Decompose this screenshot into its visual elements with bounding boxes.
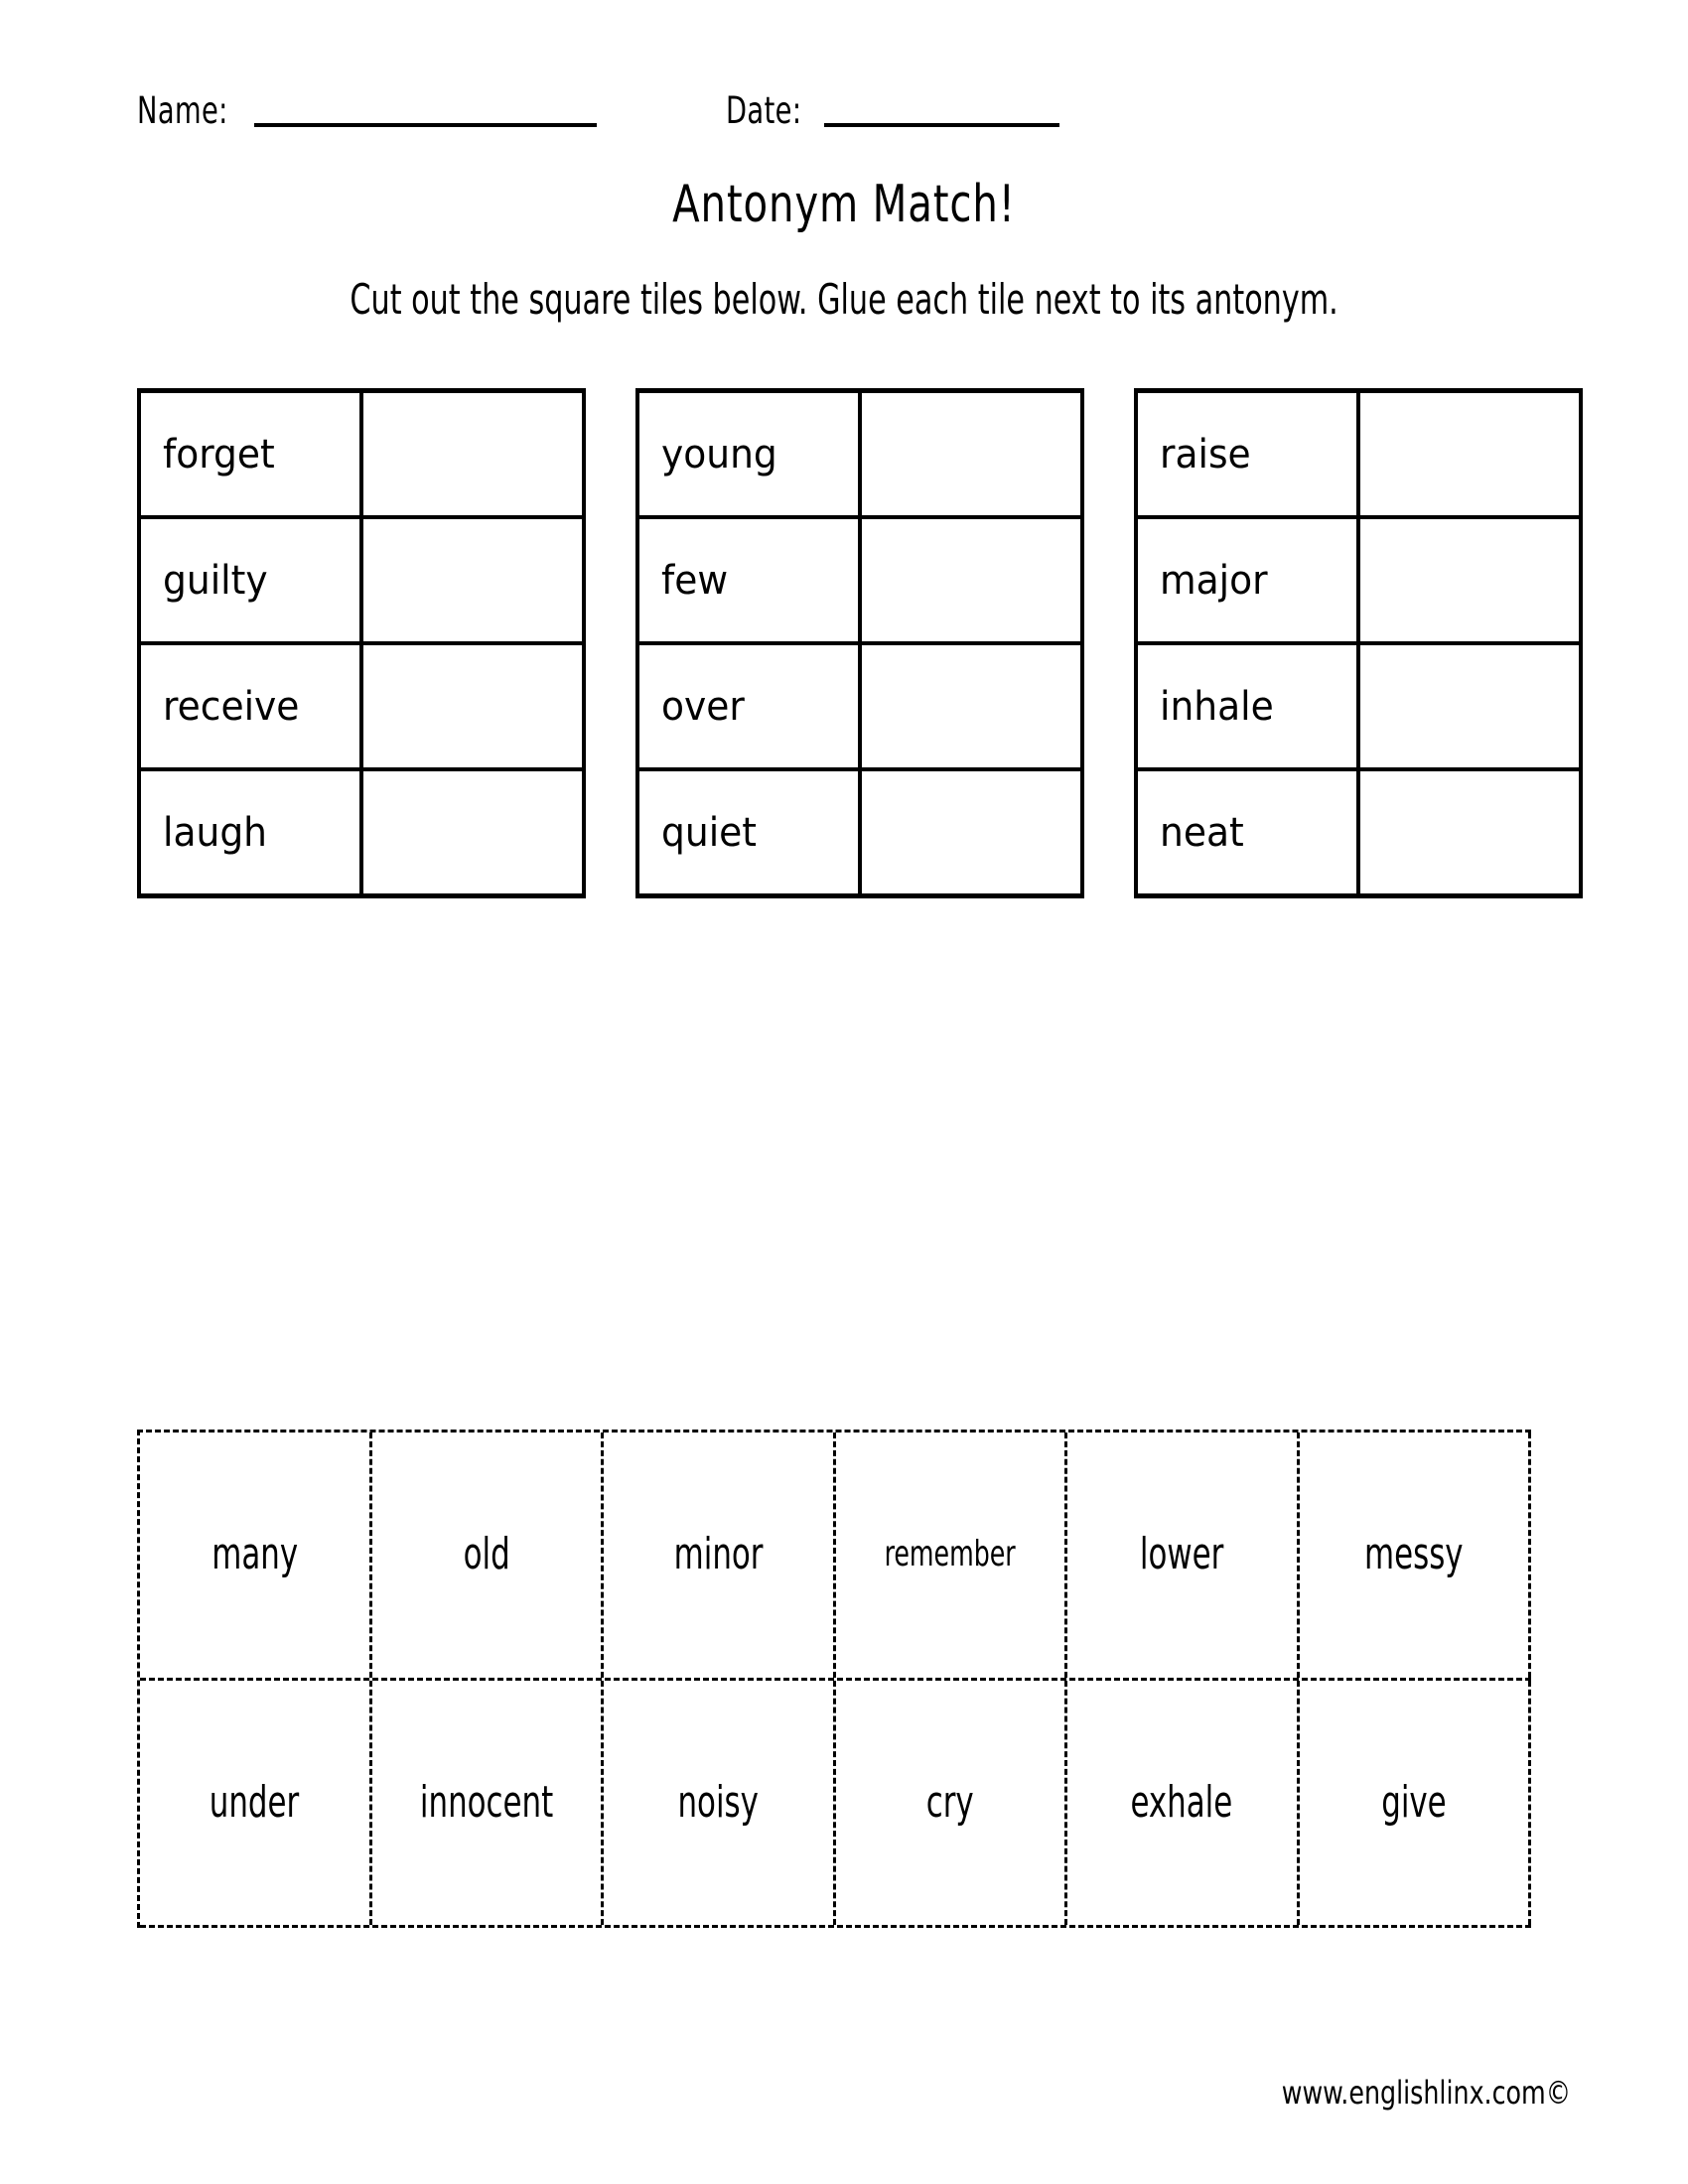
tile-word: innocent bbox=[419, 1776, 553, 1828]
match-row: major bbox=[1138, 519, 1583, 645]
tile[interactable]: innocent bbox=[372, 1680, 604, 1925]
tile[interactable]: messy bbox=[1300, 1433, 1531, 1678]
match-row: few bbox=[639, 519, 1084, 645]
tile[interactable]: minor bbox=[604, 1433, 836, 1678]
tile-word: under bbox=[210, 1776, 300, 1828]
answer-cell[interactable] bbox=[1360, 771, 1583, 893]
answer-cell[interactable] bbox=[363, 393, 586, 515]
tile[interactable]: give bbox=[1300, 1680, 1531, 1925]
prompt-cell: major bbox=[1138, 519, 1360, 641]
tile-word: many bbox=[211, 1529, 298, 1580]
match-row: neat bbox=[1138, 771, 1583, 898]
tile-word: messy bbox=[1363, 1529, 1464, 1580]
date-field-group: Date: bbox=[725, 89, 1060, 132]
answer-cell[interactable] bbox=[363, 645, 586, 767]
name-label: Name: bbox=[137, 89, 228, 132]
tile-word: cry bbox=[925, 1776, 974, 1828]
match-grids: forget guilty receive laugh young few ov… bbox=[137, 388, 1583, 898]
tile-word: lower bbox=[1140, 1529, 1224, 1580]
tile-bank: many old minor remember lower messy unde… bbox=[137, 1430, 1531, 1928]
tile[interactable]: exhale bbox=[1067, 1680, 1300, 1925]
prompt-word: quiet bbox=[661, 809, 758, 856]
prompt-word: forget bbox=[163, 431, 275, 478]
prompt-cell: quiet bbox=[639, 771, 862, 893]
prompt-word: laugh bbox=[163, 809, 268, 856]
tile-word: give bbox=[1381, 1776, 1447, 1828]
answer-cell[interactable] bbox=[862, 393, 1084, 515]
answer-cell[interactable] bbox=[1360, 645, 1583, 767]
match-grid-3: raise major inhale neat bbox=[1134, 388, 1583, 898]
prompt-cell: few bbox=[639, 519, 862, 641]
tile[interactable]: under bbox=[140, 1680, 372, 1925]
prompt-cell: forget bbox=[141, 393, 363, 515]
prompt-word: major bbox=[1160, 557, 1268, 604]
name-date-row: Name: Date: bbox=[137, 71, 1458, 131]
match-row: receive bbox=[141, 645, 586, 771]
prompt-cell: raise bbox=[1138, 393, 1360, 515]
match-grid-2: young few over quiet bbox=[635, 388, 1084, 898]
prompt-cell: laugh bbox=[141, 771, 363, 893]
tile[interactable]: old bbox=[372, 1433, 604, 1678]
prompt-word: few bbox=[661, 557, 729, 604]
tile-word: exhale bbox=[1130, 1776, 1233, 1828]
date-write-line[interactable] bbox=[824, 122, 1060, 127]
tile-word: remember bbox=[884, 1534, 1016, 1575]
instructions: Cut out the square tiles below. Glue eac… bbox=[0, 276, 1688, 324]
answer-cell[interactable] bbox=[862, 771, 1084, 893]
prompt-word: inhale bbox=[1160, 683, 1274, 730]
prompt-word: raise bbox=[1160, 431, 1251, 478]
prompt-word: guilty bbox=[163, 557, 268, 604]
match-row: over bbox=[639, 645, 1084, 771]
tile[interactable]: remember bbox=[836, 1433, 1067, 1678]
prompt-cell: receive bbox=[141, 645, 363, 767]
tile[interactable]: cry bbox=[836, 1680, 1067, 1925]
prompt-cell: neat bbox=[1138, 771, 1360, 893]
prompt-word: young bbox=[661, 431, 777, 478]
tile[interactable]: lower bbox=[1067, 1433, 1300, 1678]
prompt-cell: inhale bbox=[1138, 645, 1360, 767]
instructions-text: Cut out the square tiles below. Glue eac… bbox=[350, 275, 1338, 324]
tile-bank-row: many old minor remember lower messy bbox=[140, 1433, 1531, 1681]
match-row: quiet bbox=[639, 771, 1084, 898]
footer-credit: www.englishlinx.com© bbox=[1242, 2075, 1571, 2111]
prompt-word: neat bbox=[1160, 809, 1244, 856]
worksheet-page: Name: Date: Antonym Match! Cut out the s… bbox=[0, 0, 1688, 2184]
prompt-word: receive bbox=[163, 683, 300, 730]
footer-url: www.englishlinx.com© bbox=[1281, 2074, 1571, 2112]
match-row: young bbox=[639, 393, 1084, 519]
match-row: raise bbox=[1138, 393, 1583, 519]
prompt-word: over bbox=[661, 683, 745, 730]
answer-cell[interactable] bbox=[363, 519, 586, 641]
tile-bank-row: under innocent noisy cry exhale give bbox=[140, 1680, 1531, 1928]
page-title: Antonym Match! bbox=[0, 177, 1688, 232]
date-label: Date: bbox=[725, 89, 802, 132]
match-row: laugh bbox=[141, 771, 586, 898]
tile-word: noisy bbox=[677, 1776, 759, 1828]
answer-cell[interactable] bbox=[1360, 519, 1583, 641]
match-row: guilty bbox=[141, 519, 586, 645]
name-field-group: Name: bbox=[137, 91, 597, 131]
prompt-cell: over bbox=[639, 645, 862, 767]
tile-word: minor bbox=[673, 1529, 764, 1580]
tile[interactable]: many bbox=[140, 1433, 372, 1678]
match-grid-1: forget guilty receive laugh bbox=[137, 388, 586, 898]
name-write-line[interactable] bbox=[253, 122, 597, 127]
prompt-cell: young bbox=[639, 393, 862, 515]
tile[interactable]: noisy bbox=[604, 1680, 836, 1925]
answer-cell[interactable] bbox=[862, 519, 1084, 641]
match-row: forget bbox=[141, 393, 586, 519]
tile-word: old bbox=[463, 1529, 510, 1580]
answer-cell[interactable] bbox=[862, 645, 1084, 767]
page-title-text: Antonym Match! bbox=[672, 175, 1016, 234]
match-row: inhale bbox=[1138, 645, 1583, 771]
prompt-cell: guilty bbox=[141, 519, 363, 641]
answer-cell[interactable] bbox=[363, 771, 586, 893]
answer-cell[interactable] bbox=[1360, 393, 1583, 515]
